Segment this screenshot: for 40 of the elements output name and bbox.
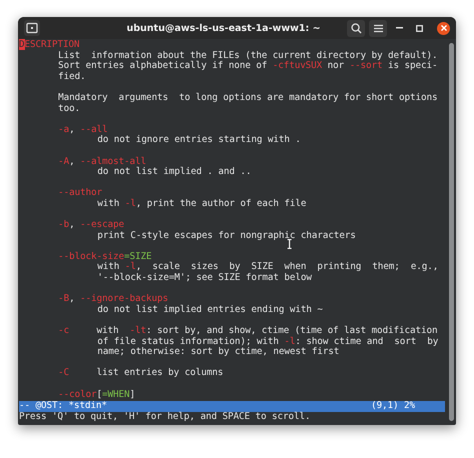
close-icon xyxy=(440,25,446,31)
terminal-line: with -l, scale sizes by SIZE when printing them; e.g., xyxy=(97,262,438,272)
close-button[interactable] xyxy=(437,22,450,34)
terminal-line: print C-style escapes for nongraphic characters xyxy=(97,230,356,242)
terminal-line: fied. xyxy=(58,72,86,82)
terminal-line: --color[=WHEN] xyxy=(58,390,136,400)
minimize-icon xyxy=(396,27,402,29)
search-icon xyxy=(350,22,362,34)
terminal-line: -C list entries by columns xyxy=(58,368,224,379)
terminal-line: -B, --ignore-backups xyxy=(58,294,168,304)
terminal-line: name; otherwise: sort by ctime, newest first xyxy=(97,347,340,358)
window-title: ubuntu@aws-ls-us-east-1a-www1: ~ xyxy=(126,22,322,34)
terminal-line: too. xyxy=(58,104,80,114)
terminal-line: -c with -lt: sort by, and show, ctime (time of last modification xyxy=(58,326,438,336)
terminal-line: -A, --almost-all xyxy=(58,156,146,167)
terminal-line: of file status information); with -l: show ctime and sort by xyxy=(97,336,438,347)
terminal-line: --author xyxy=(58,188,102,199)
menu-button[interactable] xyxy=(369,20,387,36)
terminal-line: Sort entries alphabetically if none of -cftuvSUX nor --sort is speci- xyxy=(58,61,438,72)
terminal-line: -a, --all xyxy=(58,124,108,135)
terminal-icon xyxy=(26,22,38,34)
terminal-line: with -l, print the author of each file xyxy=(97,198,306,210)
search-button[interactable] xyxy=(347,20,365,36)
menu-icon xyxy=(374,24,382,32)
new-tab-button[interactable] xyxy=(24,20,40,36)
maximize-icon xyxy=(416,24,422,32)
terminal-line: List information about the FILEs (the current directory by default). xyxy=(58,50,438,61)
terminal-line: do not list implied entries ending with ~ xyxy=(97,304,323,316)
terminal-line: --block-size=SIZE xyxy=(58,252,152,262)
terminal-line: do not ignore entries starting with . xyxy=(97,135,301,146)
terminal-line: '--block-size=M'; see SIZE format below xyxy=(97,273,312,284)
scrollbar-thumb[interactable] xyxy=(449,43,454,421)
terminal-line: Mandatory arguments to long options are mandatory for short options xyxy=(58,92,438,104)
terminal-line: do not list implied . and .. xyxy=(97,167,252,178)
help-prompt: Press 'Q' to quit, 'H' for help, and SPACE to scroll. xyxy=(19,412,310,422)
terminal-line: DESCRIPTION xyxy=(19,40,80,51)
status-text: -- @OST: *stdin* xyxy=(19,401,107,412)
cursor-position: (9,1) 2% xyxy=(371,401,415,412)
mouse-cursor-icon xyxy=(287,239,292,249)
terminal-line: -b, --escape xyxy=(58,220,124,231)
